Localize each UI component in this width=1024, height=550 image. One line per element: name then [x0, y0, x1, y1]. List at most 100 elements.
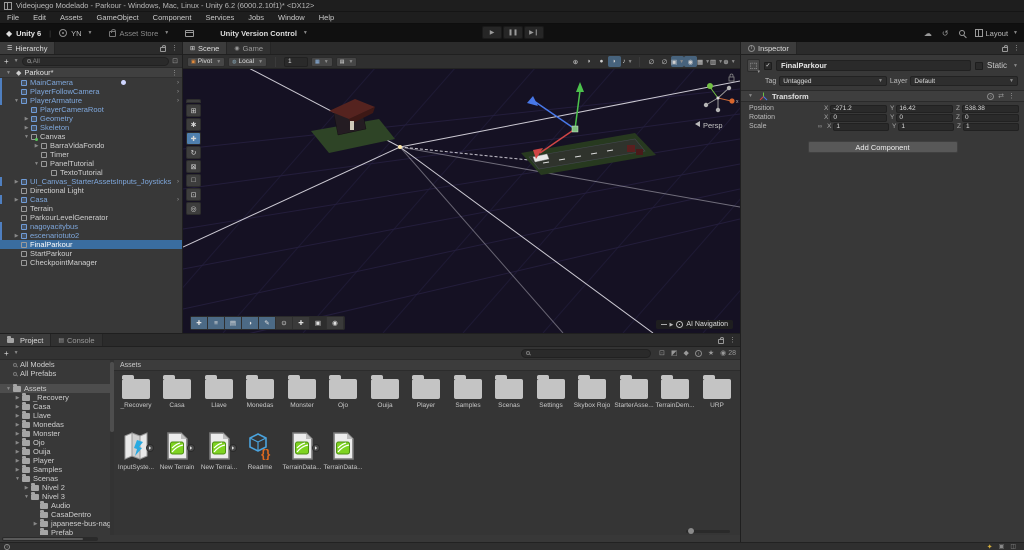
- create-asset-button[interactable]: +: [4, 349, 9, 358]
- tree-item-assets[interactable]: ▼Assets: [0, 384, 110, 393]
- particles-off-icon[interactable]: ∅: [658, 56, 671, 67]
- active-checkbox[interactable]: ✓: [764, 62, 772, 70]
- camera-visibility-icon[interactable]: [121, 80, 126, 85]
- prefab-chevron-icon[interactable]: ›: [177, 98, 179, 104]
- expand-arrow-icon[interactable]: ▼: [746, 93, 755, 99]
- transform-component-header[interactable]: ▼ Transform ? ⇄ ⋮: [741, 90, 1024, 102]
- expand-arrow-icon[interactable]: ▶: [31, 521, 40, 527]
- hierarchy-item-selected[interactable]: FinalParkour: [0, 240, 182, 249]
- asset-folder[interactable]: Scenas: [489, 375, 529, 409]
- hierarchy-item[interactable]: Timer: [0, 150, 182, 159]
- asset-folder[interactable]: Ouija: [365, 375, 405, 409]
- add-gameobject-button[interactable]: +: [4, 57, 9, 66]
- console-message-icon[interactable]: !: [4, 544, 10, 550]
- tree-item[interactable]: Prefab: [0, 528, 110, 535]
- asset-folder[interactable]: URP: [697, 375, 737, 409]
- expand-arrow-icon[interactable]: ▶: [13, 458, 22, 464]
- expand-arrow-icon[interactable]: ▼: [4, 70, 13, 76]
- history-icon[interactable]: ↺: [942, 29, 949, 38]
- scene-header-row[interactable]: ▼ ◆ Parkour* ⋮: [0, 68, 182, 78]
- scale-z-field[interactable]: 1: [963, 123, 1019, 131]
- position-x-field[interactable]: -271.2: [830, 105, 887, 113]
- globe-icon[interactable]: ◉: [327, 317, 344, 329]
- asset-folder[interactable]: Llave: [199, 375, 239, 409]
- add-component-button[interactable]: Add Component: [808, 141, 958, 153]
- hierarchy-item[interactable]: MainCamera›: [0, 78, 182, 87]
- cache-server-icon[interactable]: ▣: [999, 543, 1005, 550]
- hierarchy-item[interactable]: CheckpointManager: [0, 258, 182, 267]
- layout-label[interactable]: Layout: [986, 29, 1009, 38]
- search-by-label-icon[interactable]: ◩: [671, 349, 678, 357]
- rotation-z-field[interactable]: 0: [962, 114, 1019, 122]
- prefab-chevron-icon[interactable]: ›: [177, 179, 179, 185]
- tree-item[interactable]: ▶Monster: [0, 429, 110, 438]
- tree-horizontal-scrollbar[interactable]: [2, 537, 98, 541]
- pan-icon[interactable]: ✚: [293, 317, 310, 329]
- expand-arrow-icon[interactable]: ▼: [12, 98, 21, 104]
- expand-arrow-icon[interactable]: ▶: [22, 125, 31, 131]
- hierarchy-item[interactable]: PlayerCameraRoot: [0, 105, 182, 114]
- scene-kebab-icon[interactable]: ⋮: [171, 69, 178, 77]
- tree-item[interactable]: CasaDentro: [0, 510, 110, 519]
- tree-item[interactable]: Audio: [0, 501, 110, 510]
- scale-y-field[interactable]: 1: [898, 123, 954, 131]
- search-by-type-icon[interactable]: ⊡: [659, 349, 665, 357]
- prefab-chevron-icon[interactable]: ›: [177, 80, 179, 86]
- step-button[interactable]: ▶❙: [524, 26, 544, 39]
- brush-icon[interactable]: ✎: [259, 317, 276, 329]
- asset-file[interactable]: TerrainData...: [323, 432, 363, 471]
- expand-arrow-icon[interactable]: ▶: [13, 404, 22, 410]
- overlay-drag-handle[interactable]: [186, 99, 201, 103]
- activity-indicator-icon[interactable]: ✦: [987, 543, 993, 550]
- kebab-menu-icon[interactable]: ⋮: [1008, 92, 1015, 100]
- tab-console[interactable]: ▤Console: [51, 334, 102, 346]
- effects-off-icon[interactable]: ∅: [645, 56, 658, 67]
- hierarchy-item[interactable]: ParkourLevelGenerator: [0, 213, 182, 222]
- gameobject-name-field[interactable]: FinalParkour: [776, 60, 971, 71]
- grid-visibility-icon[interactable]: ▦▼: [697, 56, 710, 67]
- asset-folder[interactable]: TerrainDem...: [655, 375, 695, 409]
- asset-store-label[interactable]: Asset Store: [120, 29, 159, 38]
- asset-folder[interactable]: Samples: [448, 375, 488, 409]
- pivot-dropdown[interactable]: ▣Pivot▼: [187, 57, 225, 67]
- menu-edit[interactable]: Edit: [26, 13, 53, 22]
- menu-window[interactable]: Window: [271, 13, 312, 22]
- label-icon[interactable]: ◆: [683, 349, 688, 357]
- view-hand-tool-icon[interactable]: ✱: [186, 118, 201, 131]
- favorite-all-models[interactable]: All Models: [0, 360, 110, 369]
- help-icon[interactable]: ?: [987, 93, 994, 100]
- tree-item[interactable]: ▶Ojo: [0, 438, 110, 447]
- gizmos-dropdown-icon[interactable]: ⊕▼: [723, 56, 736, 67]
- account-caret-icon[interactable]: ▼: [88, 30, 93, 36]
- tab-game[interactable]: ◉Game: [227, 42, 271, 54]
- search-icon[interactable]: [959, 30, 965, 36]
- cloud-icon[interactable]: ☁: [924, 29, 932, 38]
- hidden-count-eye-icon[interactable]: ◉ 28: [720, 349, 736, 357]
- expand-arrow-icon[interactable]: ▶: [12, 197, 21, 203]
- tree-item[interactable]: ▶Llave: [0, 411, 110, 420]
- account-label[interactable]: YN: [71, 29, 81, 38]
- asset-folder[interactable]: Monedas: [240, 375, 280, 409]
- rotate-tool-icon[interactable]: ↻: [186, 146, 201, 159]
- expand-arrow-icon[interactable]: ▶: [13, 431, 22, 437]
- asset-folder[interactable]: Player: [406, 375, 446, 409]
- asset-folder[interactable]: StarterAsse...: [614, 375, 654, 409]
- grid-snap-dropdown[interactable]: ▦▼: [311, 57, 333, 67]
- menu-gameobject[interactable]: GameObject: [90, 13, 146, 22]
- hierarchy-item[interactable]: StartParkour: [0, 249, 182, 258]
- rotation-x-field[interactable]: 0: [830, 114, 887, 122]
- layout-grid-icon[interactable]: [975, 29, 983, 37]
- scale-link-icon[interactable]: ∞: [816, 124, 824, 130]
- ai-navigation-overlay[interactable]: ▶ AI Navigation: [656, 320, 734, 329]
- tree-item[interactable]: ▶Ouija: [0, 447, 110, 456]
- expand-arrow-icon[interactable]: ▼: [32, 161, 41, 167]
- expand-arrow-icon[interactable]: ▶: [13, 422, 22, 428]
- asset-file[interactable]: InputSyste...: [116, 432, 156, 471]
- move-icon[interactable]: ✚: [191, 317, 208, 329]
- layer-dropdown[interactable]: Default▼: [910, 76, 1018, 86]
- shaded-icon[interactable]: ◑: [242, 317, 259, 329]
- hierarchy-item[interactable]: ▶Geometry: [0, 114, 182, 123]
- expand-arrow-icon[interactable]: ▶: [13, 395, 22, 401]
- static-caret-icon[interactable]: ▼: [1013, 63, 1018, 69]
- tree-item[interactable]: ▶japanese-bus-nagoy: [0, 519, 110, 528]
